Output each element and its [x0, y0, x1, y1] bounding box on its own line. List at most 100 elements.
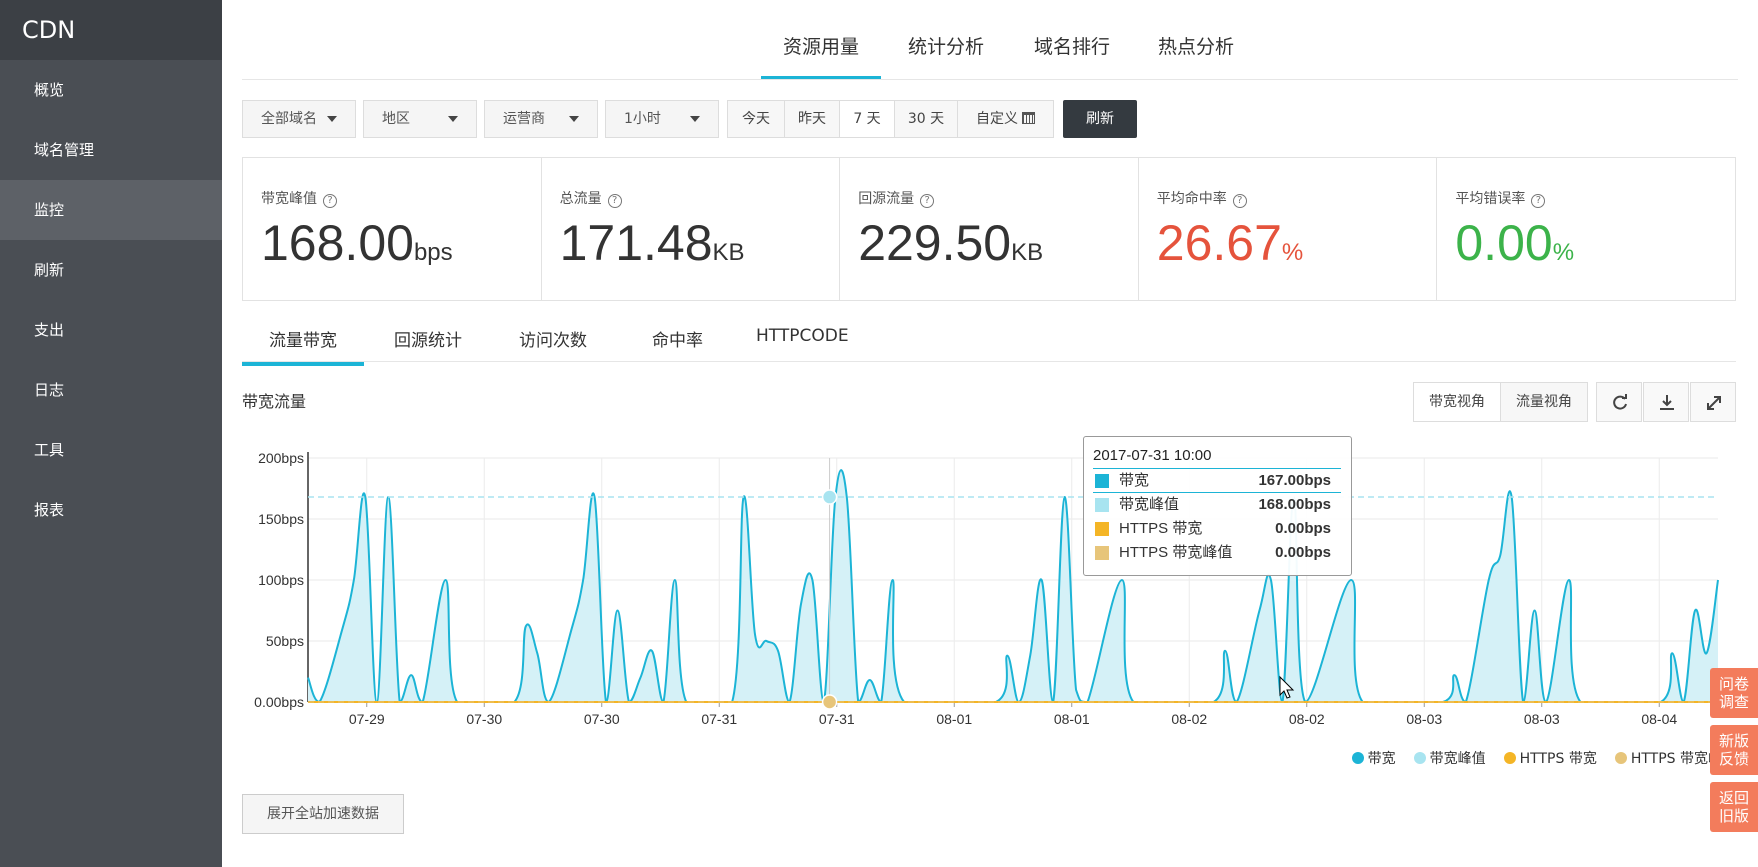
help-icon[interactable]: ? — [607, 194, 622, 208]
chart-tooltip: 2017-07-31 10:00 带宽 167.00bps 带宽峰值 168.00b… — [1083, 436, 1352, 576]
fullscreen-button[interactable] — [1690, 382, 1736, 422]
stat-label-text: 平均命中率 — [1156, 191, 1227, 207]
tooltip-swatch — [1095, 546, 1109, 560]
old-version-button[interactable]: 返回 旧版 — [1710, 782, 1758, 832]
stat-unit: % — [1281, 239, 1304, 266]
sidebar-item-billing[interactable]: 支出 — [0, 300, 222, 360]
interval-select[interactable]: 1小时 — [605, 100, 719, 138]
legend-item[interactable]: 带宽峰值 — [1413, 748, 1486, 768]
stat-card-bandwidth-peak: 带宽峰值? 168.00bps — [243, 158, 542, 300]
stat-value: 229.50KB — [858, 214, 1138, 272]
tooltip-row-name: 带宽 — [1119, 472, 1150, 489]
stat-unit: KB — [712, 239, 745, 266]
legend-item[interactable]: HTTPS 带宽 — [1503, 748, 1597, 768]
chart-tabs: 流量带宽 回源统计 访问次数 命中率 HTTPCODE — [242, 310, 1736, 366]
help-icon[interactable]: ? — [1232, 194, 1247, 208]
help-icon[interactable]: ? — [323, 194, 337, 208]
x-tick-label: 08-01 — [936, 711, 972, 727]
range-yesterday[interactable]: 昨天 — [784, 100, 840, 138]
sidebar-item-monitor[interactable]: 监控 — [0, 180, 222, 240]
x-tick-label: 08-01 — [1054, 711, 1090, 727]
x-tick-label: 08-03 — [1524, 711, 1560, 727]
tab-resource-usage[interactable]: 资源用量 — [760, 32, 882, 79]
traffic-view-button[interactable]: 流量视角 — [1500, 382, 1588, 422]
x-tick-label: 08-04 — [1641, 711, 1677, 727]
tooltip-row-value: 168.00bps — [1258, 496, 1331, 513]
range-7days[interactable]: 7 天 — [839, 100, 895, 138]
legend-dot — [1351, 752, 1364, 764]
y-tick-label: 150bps — [258, 511, 304, 527]
stat-label: 平均错误率? — [1455, 188, 1735, 208]
download-button[interactable] — [1643, 382, 1689, 422]
y-tick-label: 50bps — [266, 633, 304, 649]
sidebar-item-reports[interactable]: 报表 — [0, 480, 222, 540]
old-version-button-label: 返回 旧版 — [1718, 789, 1749, 825]
y-tick-label: 100bps — [258, 572, 304, 588]
bandwidth-chart[interactable]: 0.00bps 50bps 100bps 150bps 200bps 07-29 07-30… — [242, 440, 1738, 730]
interval-select-value: 1小时 — [624, 111, 661, 127]
domain-select[interactable]: 全部域名 — [242, 100, 356, 138]
bandwidth-view-button[interactable]: 带宽视角 — [1413, 382, 1501, 422]
stat-label: 带宽峰值? — [261, 188, 541, 208]
x-tick-label: 07-29 — [349, 711, 385, 727]
region-select[interactable]: 地区 — [363, 100, 477, 138]
tooltip-row: HTTPS 带宽峰值 0.00bps — [1093, 541, 1341, 565]
legend-dot — [1503, 752, 1516, 764]
sidebar-item-logs[interactable]: 日志 — [0, 360, 222, 420]
calendar-icon — [1022, 112, 1035, 124]
legend-dot — [1413, 752, 1426, 764]
tab-hit-rate[interactable]: 命中率 — [652, 326, 703, 351]
tab-httpcode[interactable]: HTTPCODE — [756, 326, 849, 346]
stat-value: 168.00bps — [261, 214, 541, 272]
tooltip-swatch — [1095, 522, 1109, 536]
caret-down-icon — [448, 116, 458, 122]
refresh-icon — [1613, 394, 1627, 410]
tab-origin-stats[interactable]: 回源统计 — [394, 326, 462, 351]
sidebar-item-overview[interactable]: 概览 — [0, 60, 222, 120]
tab-domain-ranking[interactable]: 域名排行 — [1034, 32, 1110, 59]
range-custom[interactable]: 自定义 — [957, 100, 1054, 138]
tab-visits[interactable]: 访问次数 — [519, 326, 587, 351]
feedback-button[interactable]: 新版 反馈 — [1710, 725, 1758, 775]
expand-site-acceleration-button[interactable]: 展开全站加速数据 — [242, 794, 404, 834]
top-tabs: 资源用量 统计分析 域名排行 热点分析 — [242, 0, 1738, 80]
tooltip-row: HTTPS 带宽 0.00bps — [1093, 517, 1341, 541]
stat-card-total-traffic: 总流量? 171.48KB — [542, 158, 841, 300]
tooltip-row-value: 167.00bps — [1258, 472, 1331, 489]
tab-statistics[interactable]: 统计分析 — [908, 32, 984, 59]
y-tick-label: 200bps — [258, 450, 304, 466]
expand-icon — [1707, 396, 1721, 410]
tooltip-swatch — [1095, 498, 1109, 512]
x-tick-label: 07-30 — [584, 711, 620, 727]
help-icon[interactable]: ? — [920, 194, 935, 208]
stat-value: 26.67% — [1157, 214, 1437, 272]
sidebar-item-domains[interactable]: 域名管理 — [0, 120, 222, 180]
sidebar-item-refresh[interactable]: 刷新 — [0, 240, 222, 300]
x-tick-label: 08-02 — [1171, 711, 1207, 727]
x-tick-label: 07-30 — [466, 711, 502, 727]
stat-card-origin-traffic: 回源流量? 229.50KB — [840, 158, 1139, 300]
caret-down-icon — [569, 116, 579, 122]
tooltip-row-name: HTTPS 带宽峰值 — [1119, 544, 1233, 561]
range-30days[interactable]: 30 天 — [894, 100, 958, 138]
x-tick-label: 08-02 — [1289, 711, 1325, 727]
reload-chart-button[interactable] — [1596, 382, 1642, 422]
stat-label-text: 总流量 — [559, 191, 602, 207]
domain-select-value: 全部域名 — [261, 111, 317, 127]
tooltip-swatch — [1095, 474, 1109, 488]
isp-select[interactable]: 运营商 — [484, 100, 598, 138]
stat-label: 总流量? — [560, 188, 840, 208]
survey-button-label: 问卷 调查 — [1718, 675, 1749, 711]
stat-label-text: 带宽峰值 — [261, 191, 317, 207]
help-icon[interactable]: ? — [1531, 194, 1546, 208]
range-today[interactable]: 今天 — [727, 100, 785, 138]
tab-hotspot[interactable]: 热点分析 — [1158, 32, 1234, 59]
stat-number: 229.50 — [858, 215, 1012, 271]
caret-down-icon — [690, 116, 700, 122]
sidebar-item-tools[interactable]: 工具 — [0, 420, 222, 480]
tooltip-row-value: 0.00bps — [1275, 520, 1331, 537]
tab-traffic-bandwidth[interactable]: 流量带宽 — [242, 326, 364, 366]
legend-item[interactable]: 带宽 — [1351, 748, 1396, 768]
survey-button[interactable]: 问卷 调查 — [1710, 668, 1758, 718]
refresh-button[interactable]: 刷新 — [1063, 100, 1137, 138]
